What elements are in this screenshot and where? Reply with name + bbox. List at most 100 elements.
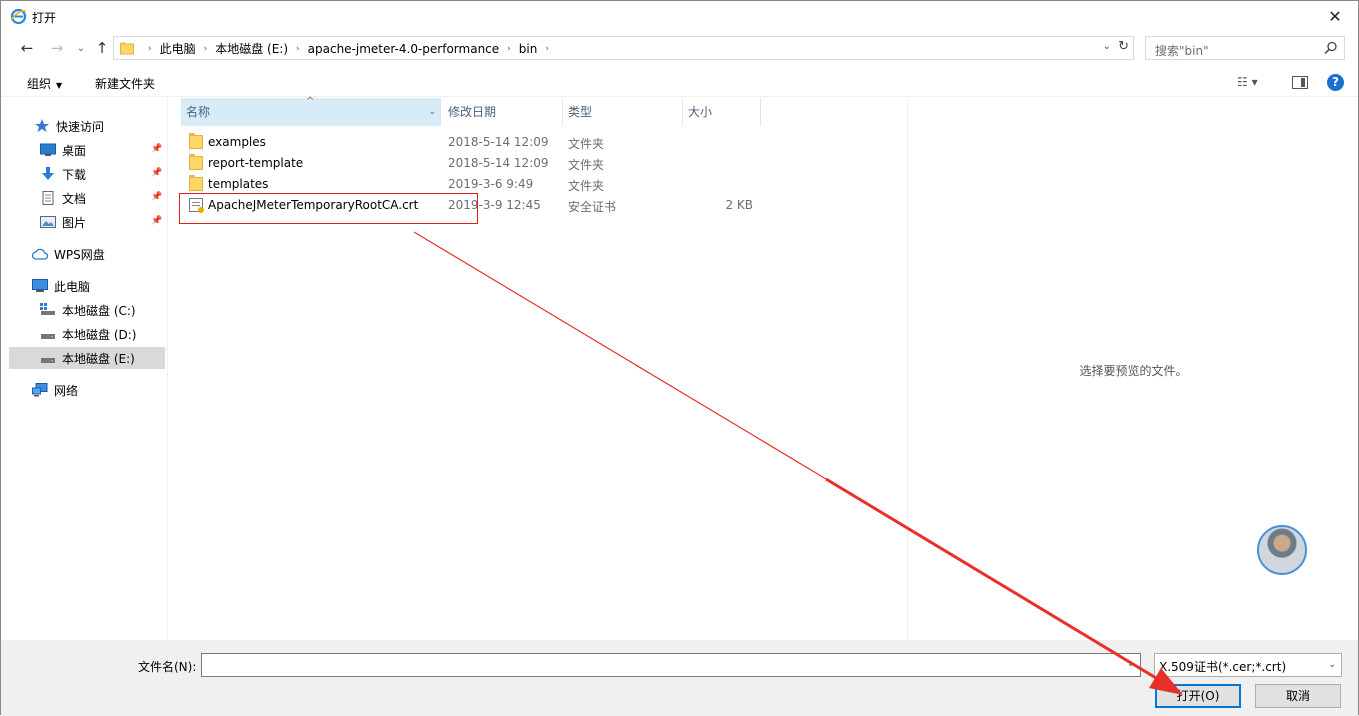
file-date: 2019-3-6 9:49 — [448, 177, 534, 191]
sidebar-item-label: 桌面 — [62, 143, 87, 158]
caret-down-icon: ▼ — [56, 81, 63, 90]
filetype-select[interactable]: X.509证书(*.cer;*.crt) ⌄ — [1154, 653, 1342, 677]
forward-arrow-icon: → — [50, 39, 64, 57]
dialog-footer: 文件名(N): ⌄ X.509证书(*.cer;*.crt) ⌄ 打开(O) 取… — [1, 640, 1358, 716]
sidebar-item-label: 网络 — [54, 383, 79, 398]
sidebar-item-downloads[interactable]: 下载 — [40, 163, 86, 185]
column-header-date[interactable]: 修改日期 — [443, 98, 563, 126]
sidebar-item-desktop[interactable]: 桌面 — [40, 139, 86, 161]
open-file-dialog: 打开 ✕ ← → ⌄ ↑ › 此电脑 › 本地磁盘 (E:) › apache-… — [0, 0, 1359, 716]
chevron-down-icon: ⌄ — [76, 42, 86, 54]
chevron-right-icon: › — [148, 43, 152, 54]
view-list-icon: ☷ ▾ — [1237, 75, 1258, 89]
recent-locations-button[interactable]: ⌄ — [71, 39, 91, 57]
folder-icon — [120, 42, 134, 55]
cloud-icon — [32, 248, 48, 260]
sidebar-item-pictures[interactable]: 图片 — [40, 211, 86, 233]
file-list: 名称 ^ ⌄ 修改日期 类型 大小 examples 2018-5-14 12:… — [167, 96, 907, 640]
chevron-right-icon[interactable]: › — [545, 44, 549, 54]
download-icon — [42, 167, 54, 180]
chevron-down-icon: ⌄ — [1328, 660, 1336, 670]
sidebar-item-label: WPS网盘 — [54, 247, 105, 262]
sidebar-item-documents[interactable]: 文档 — [40, 187, 86, 209]
preview-message: 选择要预览的文件。 — [1079, 364, 1188, 378]
sidebar-item-label: 图片 — [62, 215, 87, 230]
forward-button[interactable]: → — [47, 39, 67, 57]
new-folder-button[interactable]: 新建文件夹 — [95, 75, 155, 92]
pictures-icon — [40, 216, 56, 228]
file-date: 2018-5-14 12:09 — [448, 156, 549, 170]
search-icon — [1324, 41, 1337, 55]
folder-icon — [189, 175, 203, 191]
star-icon — [35, 119, 49, 132]
filename-label: 文件名(N): — [138, 660, 197, 674]
up-button[interactable]: ↑ — [92, 39, 112, 57]
document-icon — [42, 191, 54, 205]
sidebar-item-label: 本地磁盘 (C:) — [62, 303, 136, 318]
chevron-down-icon[interactable]: ⌄ — [1127, 659, 1135, 669]
help-icon: ? — [1332, 75, 1339, 89]
sidebar-item-label: 本地磁盘 (E:) — [62, 351, 135, 366]
file-name: examples — [208, 135, 266, 149]
open-button[interactable]: 打开(O) — [1155, 684, 1241, 708]
search-input[interactable]: 搜索"bin" — [1145, 36, 1345, 60]
breadcrumb-this-pc[interactable]: 此电脑 — [160, 40, 196, 57]
preview-pane: 选择要预览的文件。 — [907, 98, 1358, 640]
file-row[interactable]: report-template 2018-5-14 12:09 文件夹 — [181, 153, 781, 174]
sidebar-item-label: 快速访问 — [56, 119, 105, 134]
sidebar-item-network[interactable]: 网络 — [32, 379, 78, 401]
network-icon — [32, 383, 48, 397]
file-type: 安全证书 — [568, 200, 617, 214]
file-row[interactable]: templates 2019-3-6 9:49 文件夹 — [181, 174, 781, 195]
filename-input[interactable] — [201, 653, 1141, 677]
help-button[interactable]: ? — [1327, 74, 1344, 91]
drive-icon — [41, 358, 55, 363]
sidebar-item-drive-e[interactable]: 本地磁盘 (E:) — [9, 347, 165, 369]
organize-label: 组织 — [27, 77, 52, 91]
chevron-right-icon[interactable]: › — [204, 44, 208, 54]
sidebar-item-this-pc[interactable]: 此电脑 — [32, 275, 90, 297]
pin-icon: 📌 — [151, 144, 163, 154]
file-size: 2 KB — [725, 198, 753, 212]
organize-button[interactable]: 组织 ▼ — [27, 75, 62, 92]
back-button[interactable]: ← — [17, 39, 37, 57]
pin-icon: 📌 — [151, 192, 163, 202]
folder-icon — [189, 154, 203, 170]
cancel-button[interactable]: 取消 — [1255, 684, 1341, 708]
breadcrumb-bin[interactable]: bin — [519, 42, 538, 56]
close-icon: ✕ — [1328, 7, 1342, 26]
pin-icon: 📌 — [151, 216, 163, 226]
refresh-icon[interactable]: ↻ — [1118, 39, 1129, 54]
sidebar-item-drive-c[interactable]: 本地磁盘 (C:) — [40, 299, 136, 321]
folder-icon — [189, 133, 203, 149]
chevron-right-icon[interactable]: › — [296, 44, 300, 54]
computer-icon — [32, 279, 48, 292]
chevron-down-icon[interactable]: ⌄ — [1103, 41, 1111, 52]
chevron-right-icon[interactable]: › — [507, 44, 511, 54]
sidebar-item-drive-d[interactable]: 本地磁盘 (D:) — [40, 323, 136, 345]
avatar[interactable] — [1257, 525, 1307, 575]
close-button[interactable]: ✕ — [1312, 1, 1358, 32]
command-bar: 组织 ▼ 新建文件夹 ☷ ▾ ? — [1, 65, 1358, 97]
column-header-name[interactable]: 名称 ^ ⌄ — [181, 96, 441, 126]
chevron-down-icon[interactable]: ⌄ — [428, 98, 436, 126]
view-options-button[interactable]: ☷ ▾ — [1237, 75, 1258, 89]
file-date: 2018-5-14 12:09 — [448, 135, 549, 149]
annotation-highlight-box — [179, 193, 478, 224]
breadcrumb-drive-e[interactable]: 本地磁盘 (E:) — [215, 40, 288, 57]
title-bar: 打开 ✕ — [1, 1, 1358, 33]
file-type: 文件夹 — [568, 158, 605, 172]
preview-pane-toggle[interactable] — [1292, 76, 1308, 89]
file-type: 文件夹 — [568, 179, 605, 193]
window-title: 打开 — [32, 11, 57, 25]
column-header-type[interactable]: 类型 — [563, 98, 683, 126]
breadcrumb: › 此电脑 › 本地磁盘 (E:) › apache-jmeter-4.0-pe… — [140, 40, 557, 57]
breadcrumb-jmeter-folder[interactable]: apache-jmeter-4.0-performance — [308, 42, 500, 56]
file-name: report-template — [208, 156, 304, 170]
filetype-value: X.509证书(*.cer;*.crt) — [1159, 660, 1287, 674]
file-row[interactable]: examples 2018-5-14 12:09 文件夹 — [181, 132, 781, 153]
sidebar-item-wps-drive[interactable]: WPS网盘 — [32, 243, 105, 265]
column-header-size[interactable]: 大小 — [683, 98, 761, 126]
sidebar-item-quick-access[interactable]: 快速访问 — [34, 115, 104, 137]
address-bar[interactable]: › 此电脑 › 本地磁盘 (E:) › apache-jmeter-4.0-pe… — [113, 36, 1134, 60]
